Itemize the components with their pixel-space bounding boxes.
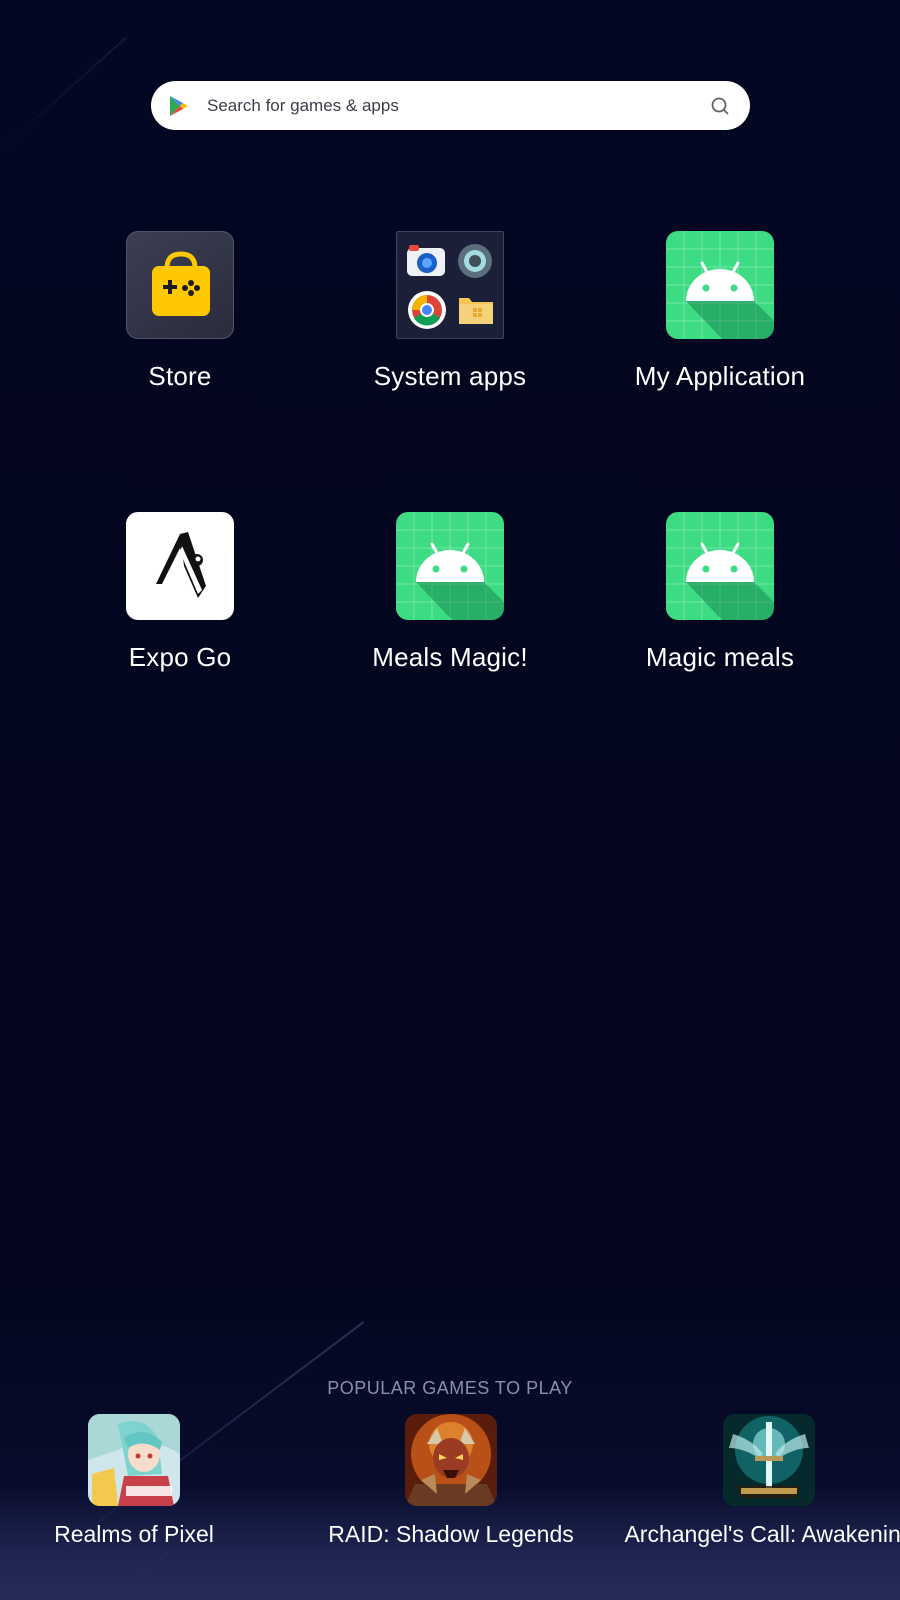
android-icon	[396, 512, 504, 620]
realms-of-pixel-icon	[88, 1414, 180, 1506]
search-bar[interactable]: Search for games & apps	[151, 81, 750, 130]
system-apps-folder-icon	[396, 231, 504, 339]
google-play-icon	[169, 95, 191, 117]
game-label: Realms of Pixel	[54, 1521, 214, 1547]
app-label: System apps	[373, 361, 527, 391]
store-bag-gamepad-icon	[126, 231, 234, 339]
android-icon	[666, 512, 774, 620]
decorative-streak	[0, 36, 128, 152]
app-label: Meals Magic!	[372, 642, 528, 672]
android-icon	[666, 231, 774, 339]
app-label: My Application	[634, 361, 806, 391]
app-meals-magic[interactable]: Meals Magic!	[315, 512, 585, 673]
app-expo-go[interactable]: Expo Go	[45, 512, 315, 673]
app-label: Magic meals	[645, 642, 795, 672]
expo-go-icon	[126, 512, 234, 620]
game-label: Archangel's Call: Awakening	[624, 1521, 900, 1547]
search-icon[interactable]	[710, 96, 730, 116]
app-label: Store	[148, 361, 212, 391]
app-magic-meals[interactable]: Magic meals	[585, 512, 855, 673]
raid-shadow-legends-icon	[405, 1414, 497, 1506]
app-my-application[interactable]: My Application	[585, 231, 855, 392]
game-raid-shadow-legends[interactable]: RAID: Shadow Legends	[301, 1414, 601, 1549]
app-label: Expo Go	[128, 642, 232, 672]
game-realms-of-pixel[interactable]: Realms of Pixel	[0, 1414, 284, 1549]
app-store[interactable]: Store	[45, 231, 315, 392]
app-system-apps[interactable]: System apps	[315, 231, 585, 392]
archangels-call-icon	[723, 1414, 815, 1506]
popular-games-heading: POPULAR GAMES TO PLAY	[327, 1378, 573, 1398]
game-label: RAID: Shadow Legends	[328, 1521, 574, 1547]
search-input[interactable]: Search for games & apps	[207, 96, 710, 116]
home-screen: Search for games & apps Store System app…	[0, 0, 900, 1600]
game-archangels-call[interactable]: Archangel's Call: Awakening	[619, 1414, 900, 1549]
